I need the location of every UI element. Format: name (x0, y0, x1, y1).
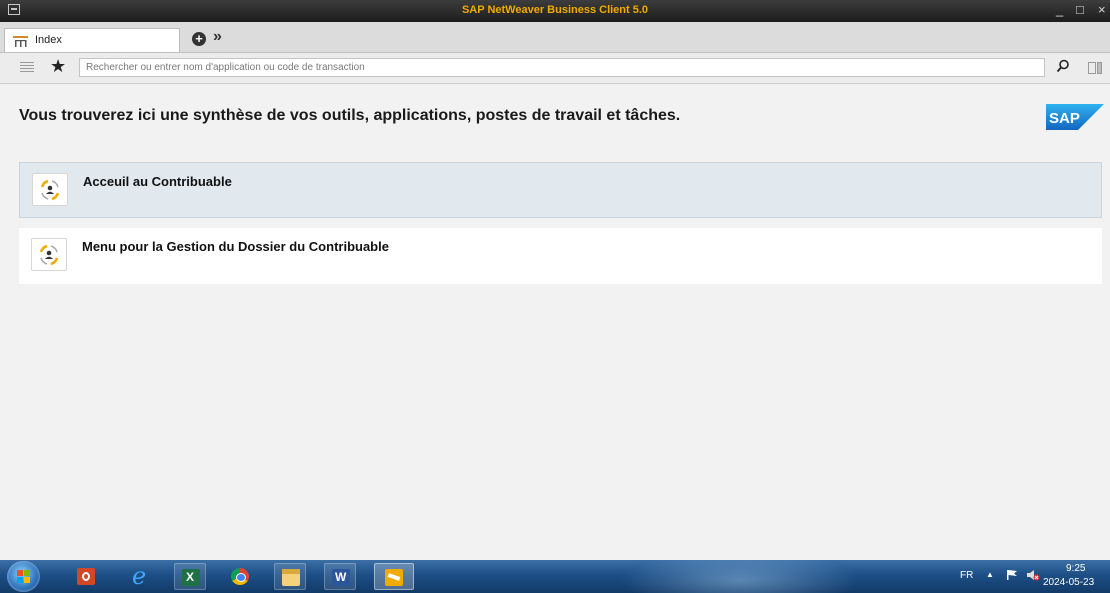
taskbar-excel[interactable]: X (174, 563, 206, 590)
excel-icon: X (182, 569, 200, 586)
show-hidden-icons-icon[interactable]: ▲ (986, 570, 994, 579)
start-button[interactable] (7, 561, 40, 592)
system-tray: FR ▲ 9:25 2024-05-23 (940, 560, 1110, 593)
clock-date[interactable]: 2024-05-23 (1043, 577, 1094, 588)
window-title-bar: SAP NetWeaver Business Client 5.0 _ □ × (0, 0, 1110, 22)
action-center-flag-icon[interactable] (1006, 569, 1018, 581)
close-button[interactable]: × (1098, 2, 1106, 17)
maximize-button[interactable]: □ (1076, 2, 1084, 17)
double-chevron-right-icon[interactable]: » (213, 28, 222, 46)
windows-logo-icon (17, 570, 30, 583)
taskbar-file-explorer[interactable] (274, 563, 306, 590)
plus-circle-icon: + (195, 31, 203, 46)
word-icon: W (332, 569, 350, 586)
internet-explorer-icon: e (132, 562, 147, 590)
role-person-icon (32, 173, 68, 206)
sap-business-client-icon (385, 569, 403, 586)
window-title: SAP NetWeaver Business Client 5.0 (461, 4, 649, 16)
taskbar-internet-explorer[interactable]: e (124, 562, 156, 590)
tab-bar: Index + » (0, 22, 1110, 53)
chrome-icon (231, 568, 249, 585)
list-item-label: Menu pour la Gestion du Dossier du Contr… (82, 239, 389, 254)
taskbar-chrome[interactable] (224, 563, 256, 590)
file-explorer-icon (282, 569, 300, 586)
taskbar-sap-business-client[interactable] (374, 563, 414, 590)
toolbar: ★ (0, 53, 1110, 84)
add-tab-button[interactable]: + (192, 32, 206, 46)
list-item-menu-gestion-dossier[interactable]: Menu pour la Gestion du Dossier du Contr… (19, 228, 1102, 284)
favorites-star-icon[interactable]: ★ (50, 56, 66, 77)
clock-time[interactable]: 9:25 (1066, 563, 1085, 574)
side-panel-icon[interactable] (1088, 62, 1102, 74)
tab-label: Index (35, 34, 62, 46)
search-input[interactable] (79, 58, 1045, 77)
menu-icon[interactable] (20, 62, 34, 74)
list-item-label: Acceuil au Contribuable (83, 174, 232, 189)
language-indicator[interactable]: FR (960, 570, 973, 581)
search-icon[interactable] (1056, 59, 1070, 73)
tab-index[interactable]: Index (4, 28, 180, 52)
windows-taskbar: e X W FR ▲ 9:25 2024-05-23 (0, 560, 1110, 593)
taskbar-word[interactable]: W (324, 563, 356, 590)
speaker-muted-icon[interactable] (1026, 569, 1040, 581)
powerpoint-icon (77, 568, 95, 585)
sap-logo-text: SAP (1049, 110, 1080, 127)
sap-logo: SAP (1046, 104, 1104, 130)
page-heading: Vous trouverez ici une synthèse de vos o… (19, 107, 681, 124)
sitemap-icon (13, 36, 28, 47)
role-person-icon (31, 238, 67, 271)
minimize-button[interactable]: _ (1056, 2, 1063, 17)
list-item-acceuil-contribuable[interactable]: Acceuil au Contribuable (19, 162, 1102, 218)
taskbar-powerpoint[interactable] (70, 563, 102, 590)
